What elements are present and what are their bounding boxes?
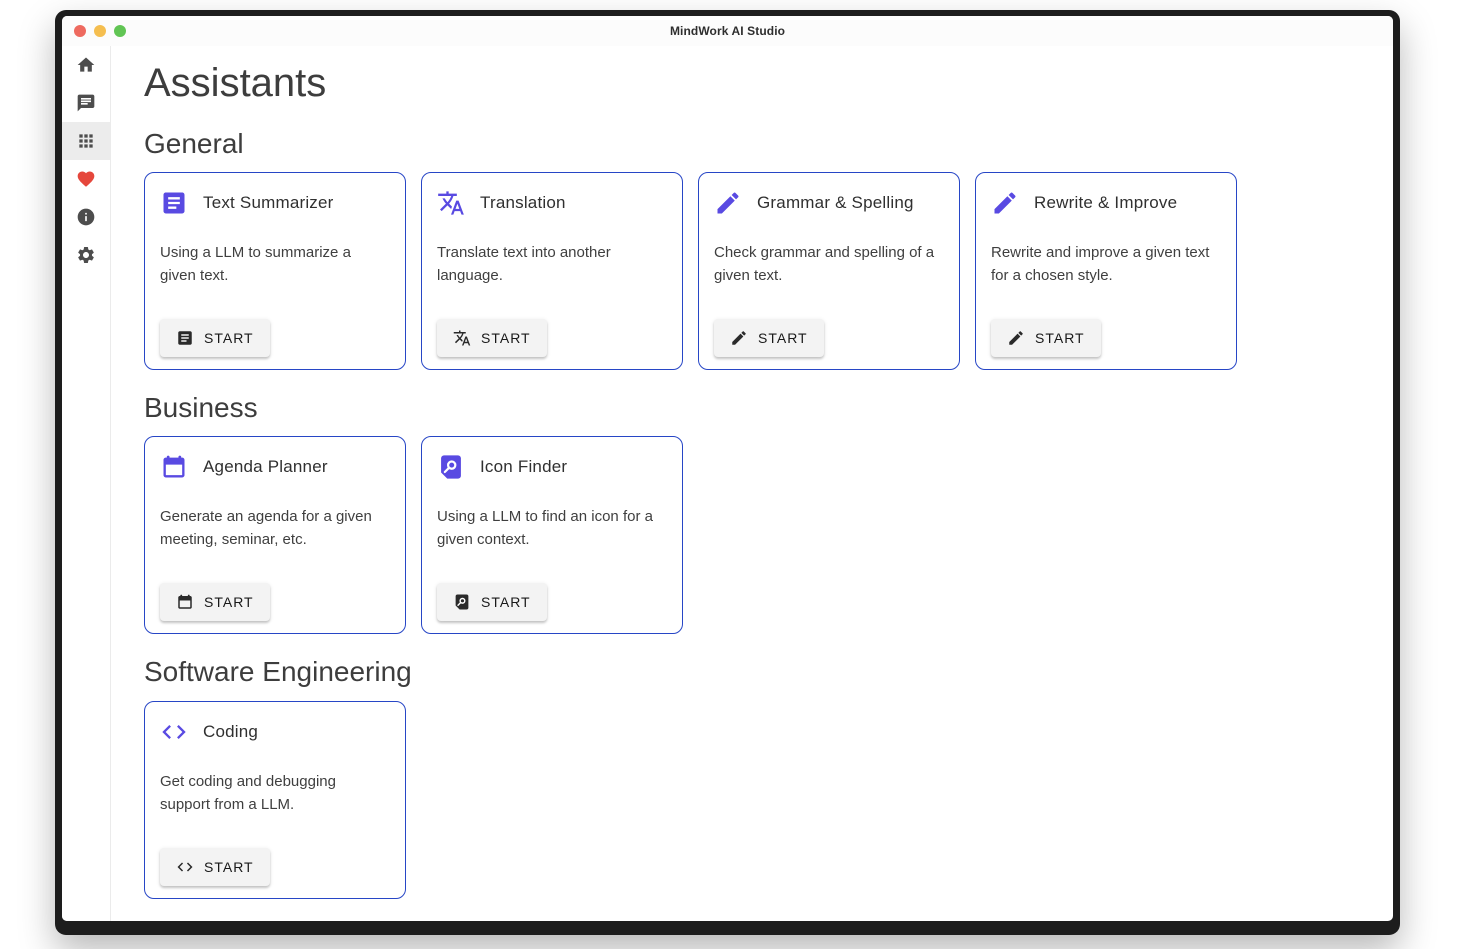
- spacer: [991, 287, 1222, 319]
- sidebar: [62, 46, 111, 921]
- edit-pencil-icon: [714, 189, 742, 217]
- assistant-card: Icon Finder Using a LLM to find an icon …: [421, 436, 683, 634]
- card-description: Using a LLM to summarize a given text.: [160, 241, 391, 287]
- sidebar-item-assistants[interactable]: [62, 122, 110, 160]
- start-button-label: START: [758, 330, 808, 346]
- card-header: Agenda Planner: [160, 453, 391, 481]
- start-button[interactable]: START: [160, 319, 270, 357]
- start-button[interactable]: START: [160, 848, 270, 886]
- spacer: [160, 816, 391, 848]
- page-title: Assistants: [144, 60, 1373, 106]
- start-button-label: START: [481, 594, 531, 610]
- assistant-card: Rewrite & Improve Rewrite and improve a …: [975, 172, 1237, 370]
- start-button[interactable]: START: [714, 319, 824, 357]
- start-button-label: START: [204, 330, 254, 346]
- section-title: General: [144, 128, 1373, 160]
- sidebar-item-home[interactable]: [62, 46, 110, 84]
- article-icon: [160, 189, 188, 217]
- code-icon: [160, 718, 188, 746]
- translate-icon: [437, 189, 465, 217]
- app-surface: MindWork AI Studio Assistants General Te…: [62, 16, 1393, 921]
- card-title: Coding: [203, 722, 258, 742]
- home-icon: [76, 55, 96, 75]
- zoom-window-button[interactable]: [114, 25, 126, 37]
- card-header: Coding: [160, 718, 391, 746]
- card-description: Check grammar and spelling of a given te…: [714, 241, 945, 287]
- assistant-card: Text Summarizer Using a LLM to summarize…: [144, 172, 406, 370]
- edit-pencil-icon: [1007, 329, 1025, 347]
- card-title: Agenda Planner: [203, 457, 328, 477]
- titlebar: MindWork AI Studio: [62, 16, 1393, 46]
- article-icon: [176, 329, 194, 347]
- spacer: [160, 287, 391, 319]
- card-row: Text Summarizer Using a LLM to summarize…: [144, 172, 1373, 370]
- calendar-icon: [160, 453, 188, 481]
- card-description: Generate an agenda for a given meeting, …: [160, 505, 391, 551]
- card-title: Icon Finder: [480, 457, 567, 477]
- calendar-icon: [176, 593, 194, 611]
- close-window-button[interactable]: [74, 25, 86, 37]
- app-window: MindWork AI Studio Assistants General Te…: [55, 10, 1400, 935]
- minimize-window-button[interactable]: [94, 25, 106, 37]
- card-header: Rewrite & Improve: [991, 189, 1222, 217]
- assistant-section: Software Engineering Coding Get coding a…: [144, 656, 1373, 898]
- apps-grid-icon: [76, 131, 96, 151]
- chat-icon: [76, 93, 96, 113]
- edit-pencil-icon: [991, 189, 1019, 217]
- card-description: Rewrite and improve a given text for a c…: [991, 241, 1222, 287]
- assistant-card: Agenda Planner Generate an agenda for a …: [144, 436, 406, 634]
- section-title: Business: [144, 392, 1373, 424]
- card-title: Grammar & Spelling: [757, 193, 914, 213]
- card-header: Translation: [437, 189, 668, 217]
- card-header: Text Summarizer: [160, 189, 391, 217]
- sidebar-item-settings[interactable]: [62, 236, 110, 274]
- edit-pencil-icon: [730, 329, 748, 347]
- traffic-lights: [62, 25, 126, 37]
- spacer: [714, 287, 945, 319]
- card-title: Text Summarizer: [203, 193, 334, 213]
- start-button-label: START: [481, 330, 531, 346]
- assistant-section: Business Agenda Planner Generate an agen…: [144, 392, 1373, 634]
- info-icon: [76, 207, 96, 227]
- card-description: Get coding and debugging support from a …: [160, 770, 391, 816]
- icon-search-icon: [437, 453, 465, 481]
- spacer: [160, 551, 391, 583]
- start-button[interactable]: START: [437, 583, 547, 621]
- window-title: MindWork AI Studio: [62, 24, 1393, 38]
- assistant-card: Translation Translate text into another …: [421, 172, 683, 370]
- section-title: Software Engineering: [144, 656, 1373, 688]
- card-header: Icon Finder: [437, 453, 668, 481]
- main-content: Assistants General Text Summarizer Using…: [111, 46, 1393, 921]
- spacer: [437, 551, 668, 583]
- code-icon: [176, 858, 194, 876]
- sidebar-item-chats[interactable]: [62, 84, 110, 122]
- card-row: Agenda Planner Generate an agenda for a …: [144, 436, 1373, 634]
- card-row: Coding Get coding and debugging support …: [144, 701, 1373, 899]
- icon-search-icon: [453, 593, 471, 611]
- app-body: Assistants General Text Summarizer Using…: [62, 46, 1393, 921]
- card-title: Rewrite & Improve: [1034, 193, 1177, 213]
- assistant-section: General Text Summarizer Using a LLM to s…: [144, 128, 1373, 370]
- start-button-label: START: [204, 859, 254, 875]
- start-button-label: START: [1035, 330, 1085, 346]
- start-button[interactable]: START: [437, 319, 547, 357]
- assistant-sections: General Text Summarizer Using a LLM to s…: [144, 128, 1373, 899]
- card-description: Translate text into another language.: [437, 241, 668, 287]
- start-button-label: START: [204, 594, 254, 610]
- sidebar-item-about[interactable]: [62, 198, 110, 236]
- spacer: [437, 287, 668, 319]
- assistant-card: Grammar & Spelling Check grammar and spe…: [698, 172, 960, 370]
- favorites-heart-icon: [76, 169, 96, 189]
- settings-gear-icon: [76, 245, 96, 265]
- card-description: Using a LLM to find an icon for a given …: [437, 505, 668, 551]
- card-header: Grammar & Spelling: [714, 189, 945, 217]
- start-button[interactable]: START: [991, 319, 1101, 357]
- translate-icon: [453, 329, 471, 347]
- card-title: Translation: [480, 193, 566, 213]
- sidebar-item-supporters[interactable]: [62, 160, 110, 198]
- assistant-card: Coding Get coding and debugging support …: [144, 701, 406, 899]
- start-button[interactable]: START: [160, 583, 270, 621]
